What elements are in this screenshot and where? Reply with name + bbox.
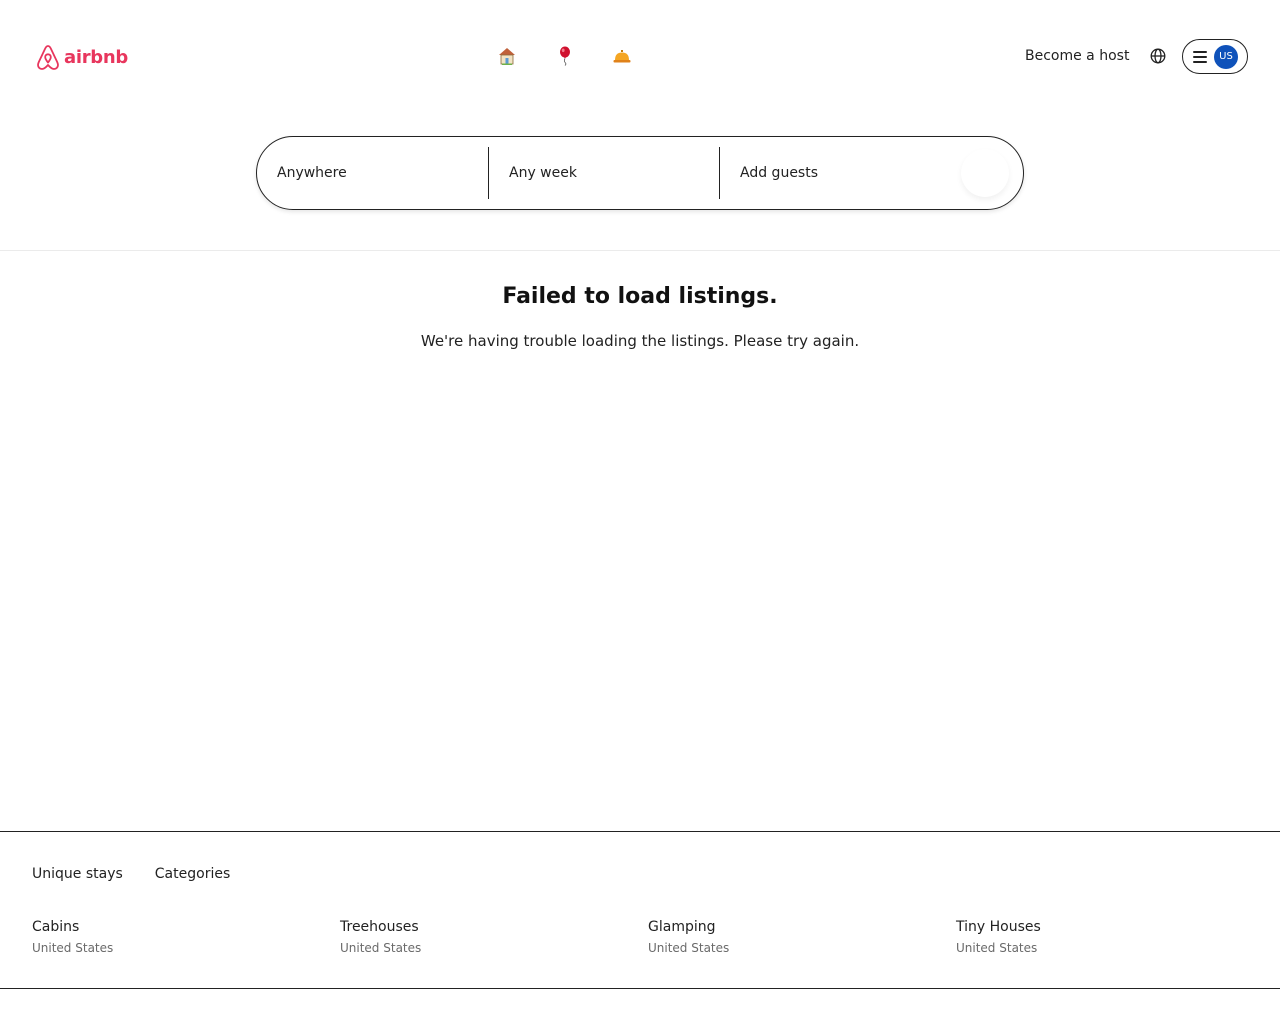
error-message: We're having trouble loading the listing… — [420, 332, 860, 350]
search-divider — [488, 147, 489, 199]
footer-link-subtitle: United States — [956, 941, 1038, 955]
site-header: airbnb Become a host US Anywhere Any wee… — [0, 0, 1280, 251]
globe-icon — [1150, 48, 1166, 64]
airbnb-logo[interactable]: airbnb — [36, 43, 128, 71]
hamburger-icon — [1193, 50, 1207, 63]
tab-unique-stays[interactable]: Unique stays — [32, 866, 123, 882]
search-bar: Anywhere Any week Add guests — [256, 136, 1024, 210]
homes-nav-icon[interactable] — [496, 44, 518, 68]
footer-link-title: Treehouses — [340, 919, 419, 935]
footer-link-title: Tiny Houses — [956, 919, 1041, 935]
footer-link-subtitle: United States — [648, 941, 730, 955]
footer-link-glamping[interactable]: Glamping United States — [648, 918, 948, 956]
service-bell-icon — [613, 50, 631, 63]
footer-link-cabins[interactable]: Cabins United States — [32, 918, 332, 956]
footer-link-subtitle: United States — [340, 941, 422, 955]
search-when-field[interactable]: Any week — [509, 137, 719, 209]
search-button[interactable] — [961, 149, 1009, 197]
profile-menu-button[interactable]: US — [1182, 39, 1248, 74]
search-where-field[interactable]: Anywhere — [277, 137, 487, 209]
airbnb-wordmark: airbnb — [64, 46, 128, 68]
site-footer: Unique stays Categories Cabins United St… — [0, 831, 1280, 989]
footer-link-tiny-houses[interactable]: Tiny Houses United States — [956, 918, 1256, 956]
tab-categories[interactable]: Categories — [155, 866, 230, 882]
category-nav — [496, 44, 636, 70]
experiences-nav-icon[interactable] — [554, 44, 576, 68]
search-guests-field[interactable]: Add guests — [740, 137, 950, 209]
footer-link-treehouses[interactable]: Treehouses United States — [340, 918, 640, 956]
avatar: US — [1214, 44, 1238, 69]
footer-tabs: Unique stays Categories — [32, 866, 230, 882]
services-nav-icon[interactable] — [611, 44, 633, 68]
become-a-host-link[interactable]: Become a host — [1025, 46, 1129, 66]
house-icon — [499, 48, 515, 65]
footer-link-title: Cabins — [32, 919, 80, 935]
footer-link-title: Glamping — [648, 919, 716, 935]
error-title: Failed to load listings. — [502, 284, 778, 309]
footer-link-subtitle: United States — [32, 941, 114, 955]
language-globe-button[interactable] — [1148, 46, 1168, 66]
airbnb-logo-icon — [37, 45, 59, 70]
search-divider — [719, 147, 720, 199]
balloon-icon — [560, 46, 570, 66]
